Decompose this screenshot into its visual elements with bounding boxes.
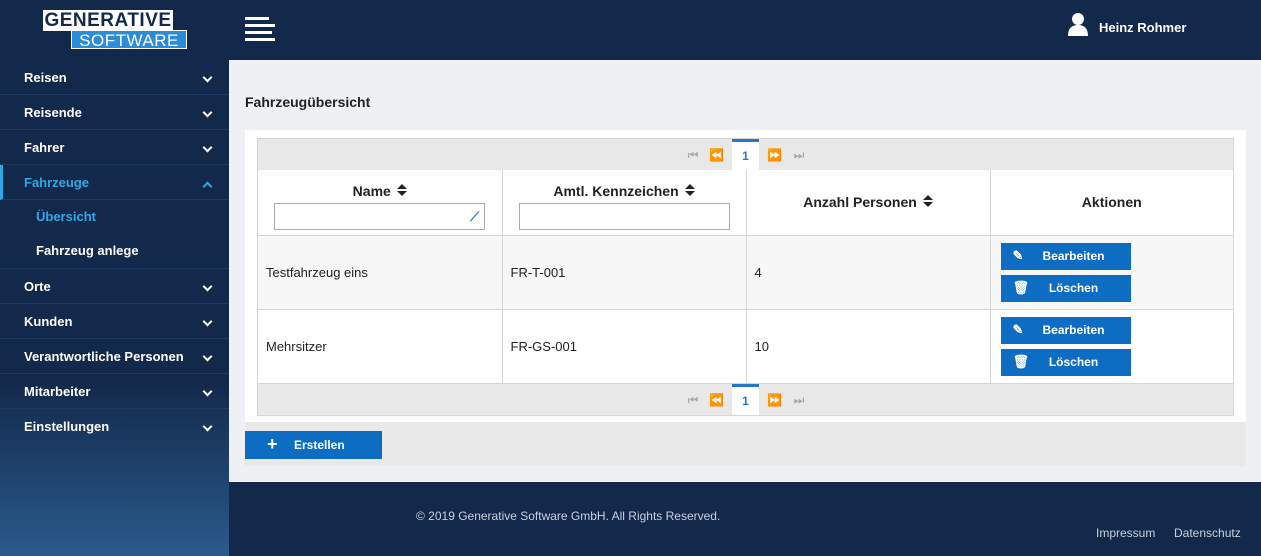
- sidebar-item-label: Mitarbeiter: [24, 384, 91, 399]
- edit-icon: ✎: [1012, 247, 1024, 263]
- delete-button[interactable]: 🗑 Löschen: [1000, 348, 1131, 376]
- sidebar-item-label: Reisen: [24, 70, 67, 85]
- chevron-down-icon: [202, 107, 213, 118]
- copyright-text: © 2019 Generative Software GmbH. All Rig…: [416, 509, 721, 523]
- top-header: GENERATIVE SOFTWARE Heinz Rohmer: [0, 0, 1261, 60]
- logo-line-1: GENERATIVE: [43, 10, 173, 31]
- cell-actions: ✎ Bearbeiten 🗑 Löschen: [990, 309, 1233, 384]
- impressum-link[interactable]: Impressum: [1096, 526, 1155, 540]
- column-header-label: Amtl. Kennzeichen: [553, 182, 679, 199]
- cell-kennzeichen: FR-T-001: [502, 235, 747, 310]
- logo[interactable]: GENERATIVE SOFTWARE: [43, 10, 187, 50]
- cell-actions: ✎ Bearbeiten 🗑 Löschen: [990, 235, 1233, 310]
- sidebar-item-mitarbeiter[interactable]: Mitarbeiter: [0, 374, 229, 409]
- edit-button[interactable]: ✎ Bearbeiten: [1000, 242, 1131, 270]
- chevron-down-icon: [202, 421, 213, 432]
- sidebar-item-label: Reisende: [24, 105, 82, 120]
- column-header-aktionen: Aktionen: [990, 170, 1233, 236]
- previous-page-icon[interactable]: ⏪: [709, 148, 724, 162]
- sidebar-item-reisende[interactable]: Reisende: [0, 95, 229, 130]
- chevron-down-icon: [202, 281, 213, 292]
- edit-icon: ✎: [1012, 321, 1024, 337]
- column-header-kennzeichen[interactable]: Amtl. Kennzeichen: [502, 170, 747, 236]
- sidebar: Reisen Reisende Fahrer Fahrzeuge Übersic…: [0, 60, 229, 556]
- sidebar-subitem-uebersicht[interactable]: Übersicht: [0, 200, 229, 234]
- logo-line-2: SOFTWARE: [71, 30, 187, 50]
- table-header-row: Name ⟋ Amtl. Kennzeichen Anzahl Personen: [258, 170, 1233, 236]
- cell-personen: 10: [746, 309, 991, 384]
- trash-icon: 🗑: [1012, 279, 1030, 295]
- sidebar-submenu-fahrzeuge: Übersicht Fahrzeug anlege: [0, 200, 229, 269]
- sidebar-item-label: Orte: [24, 279, 51, 294]
- create-button[interactable]: + Erstellen: [245, 431, 382, 459]
- page-number[interactable]: 1: [732, 384, 759, 415]
- sidebar-item-label: Verantwortliche Personen: [24, 349, 184, 364]
- vehicle-table: Name ⟋ Amtl. Kennzeichen Anzahl Personen: [258, 170, 1233, 384]
- sidebar-item-fahrzeuge[interactable]: Fahrzeuge: [0, 165, 229, 200]
- user-icon[interactable]: [1067, 12, 1089, 36]
- cell-name: Mehrsitzer: [258, 309, 503, 384]
- sidebar-item-orte[interactable]: Orte: [0, 269, 229, 304]
- sidebar-item-kunden[interactable]: Kunden: [0, 304, 229, 339]
- sort-icon[interactable]: [922, 195, 933, 209]
- sidebar-item-label: Kunden: [24, 314, 73, 329]
- previous-page-icon[interactable]: ⏪: [709, 393, 724, 407]
- page-title: Fahrzeugübersicht: [245, 94, 371, 110]
- table-row[interactable]: Testfahrzeug eins FR-T-001 4 ✎ Bearbeiten…: [258, 235, 1233, 310]
- column-header-label: Name: [352, 182, 391, 199]
- data-table: ⏮ ⏪ 1 ⏩ ⏭ Name ⟋ Amtl. Kennzeichen Anzah…: [257, 138, 1234, 416]
- user-name[interactable]: Heinz Rohmer: [1099, 20, 1186, 35]
- paginator-bottom: ⏮ ⏪ 1 ⏩ ⏭: [258, 384, 1233, 415]
- chevron-down-icon: [202, 142, 213, 153]
- next-page-icon[interactable]: ⏩: [767, 393, 782, 407]
- sidebar-item-verantwortliche-personen[interactable]: Verantwortliche Personen: [0, 339, 229, 374]
- hamburger-icon[interactable]: [245, 17, 275, 41]
- next-page-icon[interactable]: ⏩: [767, 148, 782, 162]
- datenschutz-link[interactable]: Datenschutz: [1174, 526, 1241, 540]
- footer: © 2019 Generative Software GmbH. All Rig…: [229, 482, 1261, 556]
- page-number[interactable]: 1: [732, 139, 759, 170]
- sidebar-item-fahrer[interactable]: Fahrer: [0, 130, 229, 165]
- chevron-up-icon: [202, 181, 213, 192]
- create-button-label: Erstellen: [294, 438, 345, 452]
- sidebar-item-label: Einstellungen: [24, 419, 110, 434]
- column-header-label: Anzahl Personen: [803, 194, 917, 211]
- sidebar-subitem-fahrzeug-anlegen[interactable]: Fahrzeug anlege: [0, 234, 229, 268]
- last-page-icon[interactable]: ⏭: [792, 393, 806, 407]
- sort-icon[interactable]: [684, 183, 695, 198]
- edit-button[interactable]: ✎ Bearbeiten: [1000, 316, 1131, 344]
- name-filter-input[interactable]: [274, 202, 486, 230]
- paginator-top: ⏮ ⏪ 1 ⏩ ⏭: [258, 139, 1233, 170]
- sidebar-item-label: Fahrer: [24, 140, 65, 155]
- column-header-label: Aktionen: [1081, 194, 1142, 211]
- sidebar-item-reisen[interactable]: Reisen: [0, 60, 229, 95]
- vehicle-table-panel: ⏮ ⏪ 1 ⏩ ⏭ Name ⟋ Amtl. Kennzeichen Anzah…: [245, 130, 1246, 422]
- chevron-down-icon: [202, 386, 213, 397]
- plus-icon: +: [267, 434, 278, 454]
- trash-icon: 🗑: [1012, 353, 1030, 369]
- first-page-icon[interactable]: ⏮: [686, 148, 700, 162]
- sidebar-item-label: Fahrzeuge: [24, 175, 90, 190]
- create-bar: [245, 422, 1246, 466]
- column-header-anzahl-personen[interactable]: Anzahl Personen: [746, 170, 991, 236]
- last-page-icon[interactable]: ⏭: [792, 148, 806, 162]
- cell-kennzeichen: FR-GS-001: [502, 309, 747, 384]
- first-page-icon[interactable]: ⏮: [686, 393, 700, 407]
- filter-icon: ⟋: [470, 208, 480, 224]
- kennzeichen-filter-input[interactable]: [518, 202, 730, 230]
- delete-button[interactable]: 🗑 Löschen: [1000, 274, 1131, 302]
- chevron-down-icon: [202, 72, 213, 83]
- cell-name: Testfahrzeug eins: [258, 235, 503, 310]
- column-header-name[interactable]: Name ⟋: [258, 170, 503, 236]
- chevron-down-icon: [202, 351, 213, 362]
- chevron-down-icon: [202, 316, 213, 327]
- cell-personen: 4: [746, 235, 991, 310]
- sort-icon[interactable]: [396, 183, 407, 198]
- table-row[interactable]: Mehrsitzer FR-GS-001 10 ✎ Bearbeiten 🗑 Lös…: [258, 309, 1233, 384]
- sidebar-item-einstellungen[interactable]: Einstellungen: [0, 409, 229, 444]
